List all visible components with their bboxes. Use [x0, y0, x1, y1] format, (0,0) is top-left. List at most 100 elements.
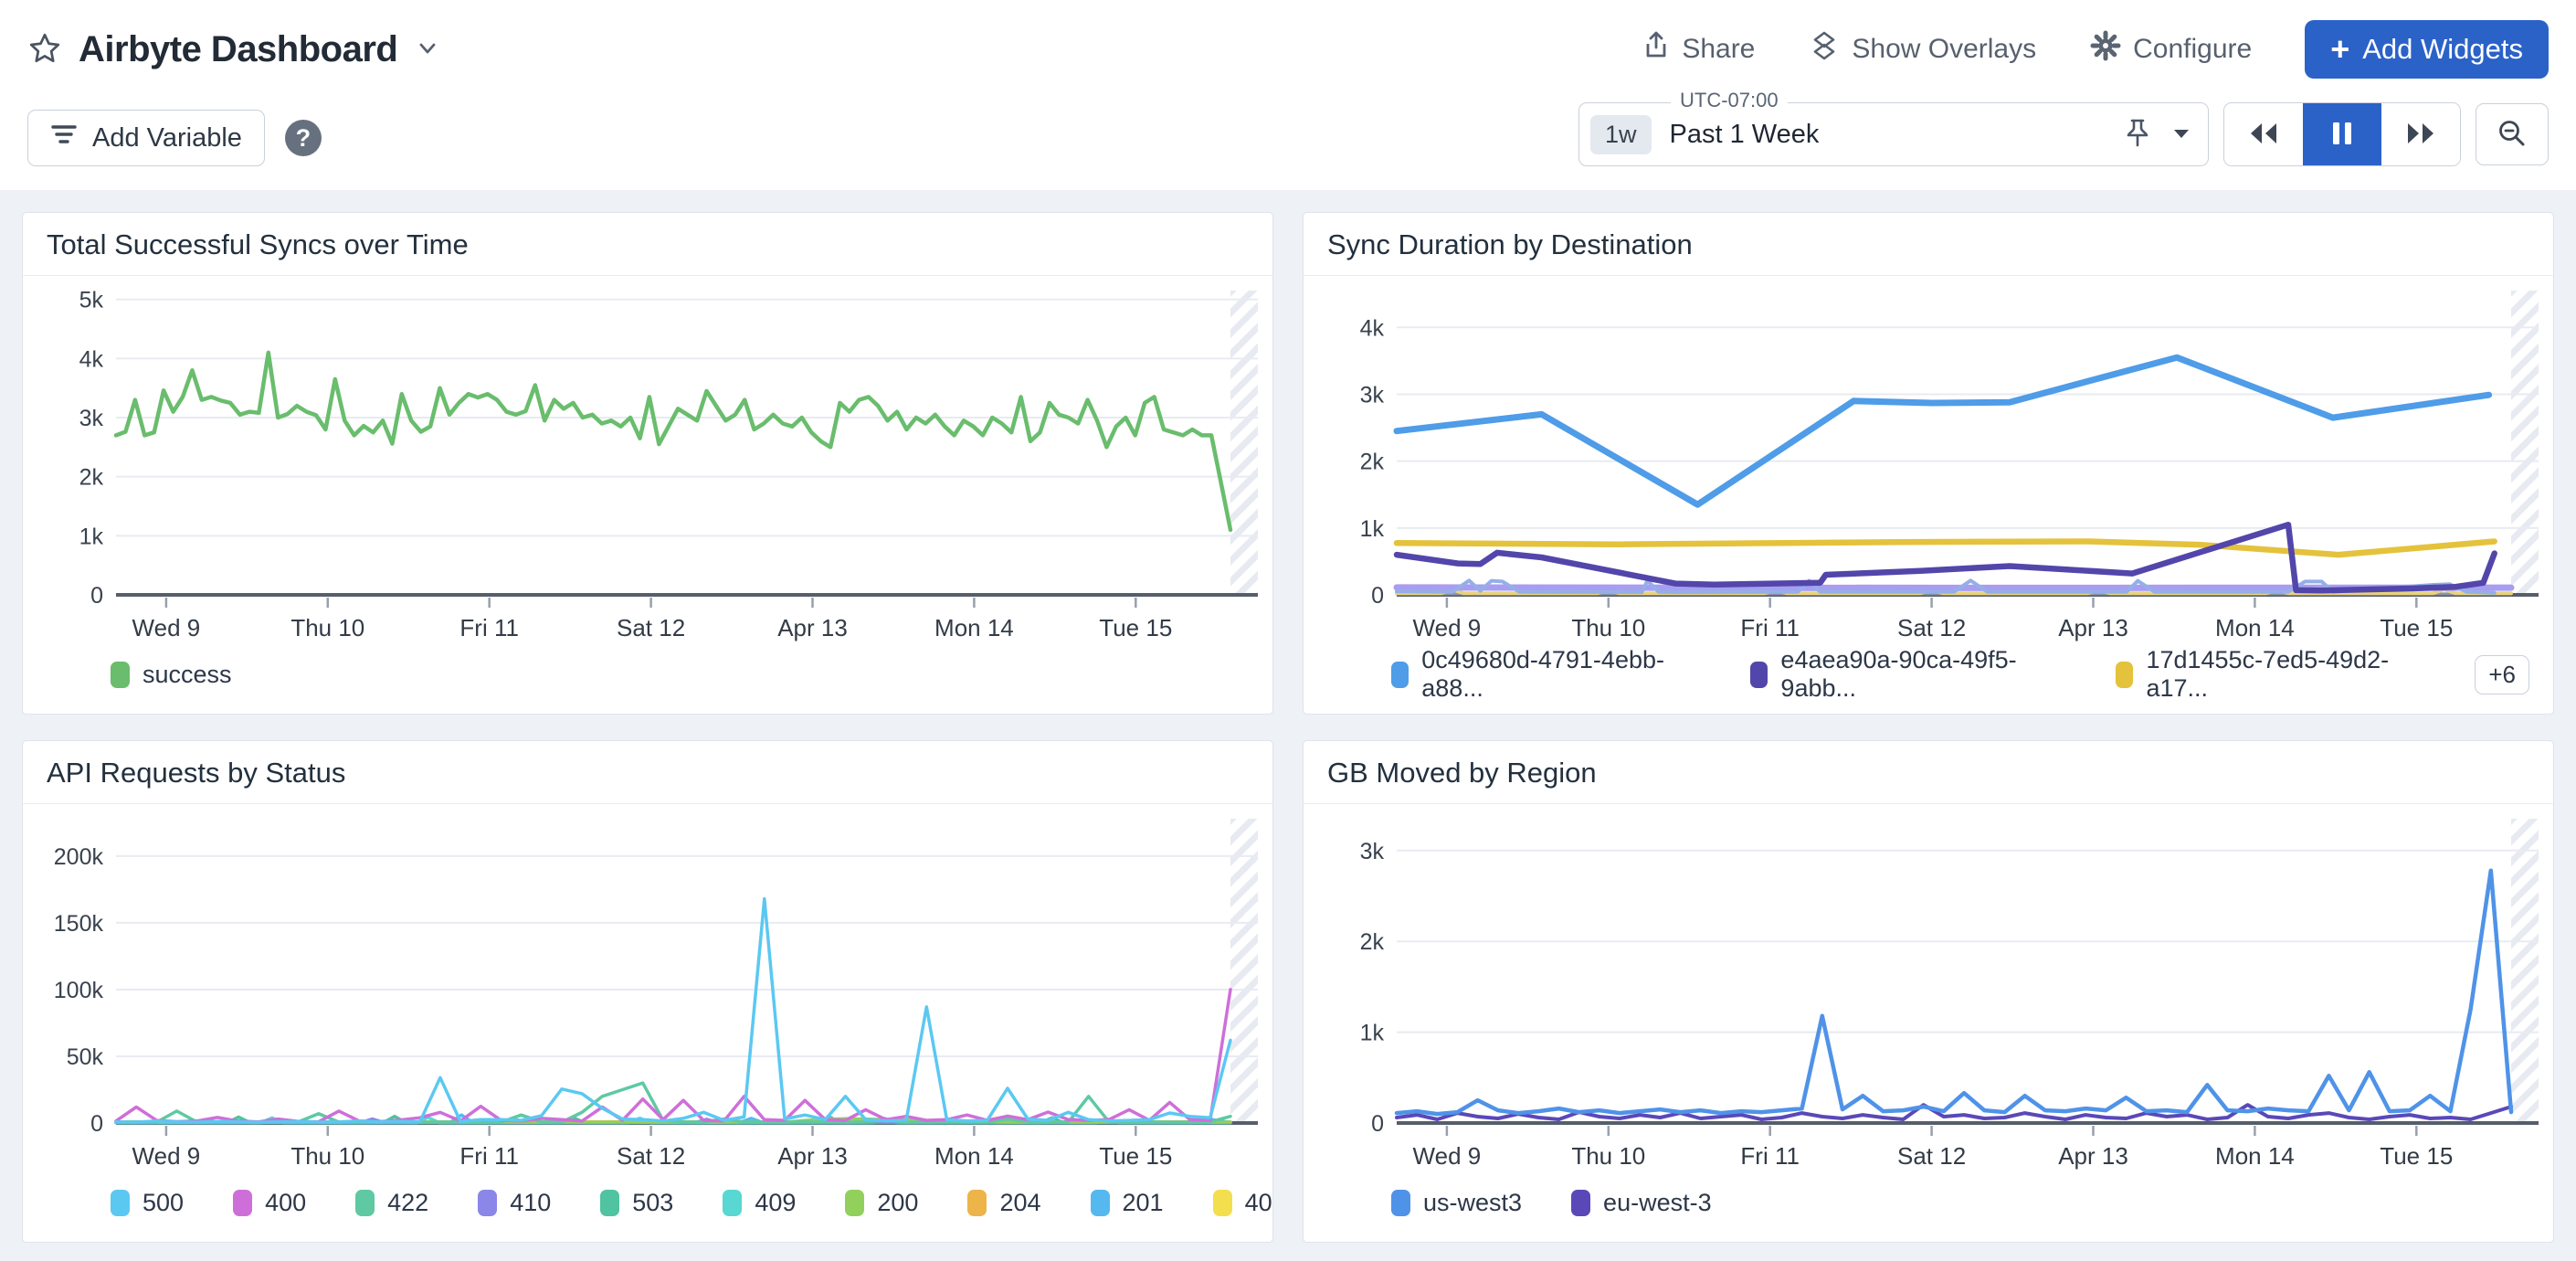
- svg-text:Thu 10: Thu 10: [1571, 614, 1645, 641]
- legend-item[interactable]: 503: [600, 1189, 673, 1217]
- time-controls: UTC-07:00 1w Past 1 Week: [1578, 102, 2549, 166]
- widget-sync-duration: Sync Duration by Destination 01k2k3k4kWe…: [1303, 212, 2554, 715]
- svg-text:0: 0: [90, 583, 103, 609]
- chart-area: 01k2k3k4kWed 9Thu 10Fri 11Sat 12Apr 13Mo…: [1304, 276, 2553, 644]
- legend-item[interactable]: 422: [355, 1189, 428, 1217]
- legend-item[interactable]: us-west3: [1391, 1189, 1522, 1217]
- plus-icon: +: [2330, 33, 2349, 66]
- caret-down-icon: [2171, 126, 2191, 143]
- playback-controls: [2223, 102, 2461, 166]
- svg-text:Mon 14: Mon 14: [2215, 614, 2295, 641]
- zoom-out-button[interactable]: [2476, 103, 2549, 165]
- legend-label: 17d1455c-7ed5-49d2-a17...: [2146, 646, 2425, 703]
- range-shortcut-badge[interactable]: 1w: [1590, 115, 1652, 154]
- dashboard-menu-button[interactable]: [414, 37, 441, 62]
- zoom-out-icon: [2497, 118, 2528, 152]
- svg-text:50k: 50k: [67, 1044, 104, 1070]
- gear-icon: [2089, 29, 2122, 69]
- legend-swatch: [723, 1190, 742, 1216]
- svg-text:Mon 14: Mon 14: [2215, 1142, 2295, 1170]
- configure-label: Configure: [2133, 34, 2252, 65]
- legend-swatch: [2116, 662, 2133, 688]
- svg-text:100k: 100k: [54, 978, 104, 1003]
- svg-text:200k: 200k: [54, 844, 104, 870]
- api-requests-chart[interactable]: 050k100k150k200kWed 9Thu 10Fri 11Sat 12A…: [23, 804, 1272, 1172]
- sync-duration-chart[interactable]: 01k2k3k4kWed 9Thu 10Fri 11Sat 12Apr 13Mo…: [1304, 276, 2553, 644]
- legend-item[interactable]: 0c49680d-4791-4ebb-a88...: [1391, 646, 1701, 703]
- svg-text:Apr 13: Apr 13: [2058, 1142, 2128, 1170]
- favorite-star-button[interactable]: [27, 31, 62, 69]
- add-variable-button[interactable]: Add Variable: [27, 110, 265, 166]
- rewind-icon: [2245, 120, 2282, 150]
- svg-text:1k: 1k: [1360, 516, 1385, 542]
- legend-item[interactable]: e4aea90a-90ca-49f5-9abb...: [1750, 646, 2066, 703]
- svg-text:Fri 11: Fri 11: [459, 1142, 519, 1170]
- variables-toolbar: Add Variable ?: [27, 110, 322, 166]
- legend-swatch: [1750, 662, 1768, 688]
- legend-item[interactable]: 17d1455c-7ed5-49d2-a17...: [2116, 646, 2425, 703]
- svg-text:1k: 1k: [79, 524, 104, 549]
- svg-text:Apr 13: Apr 13: [777, 1142, 848, 1170]
- range-dropdown-button[interactable]: [2171, 126, 2191, 143]
- legend-item[interactable]: 403: [1213, 1189, 1273, 1217]
- chart-area: 050k100k150k200kWed 9Thu 10Fri 11Sat 12A…: [23, 804, 1272, 1172]
- pin-timeframe-button[interactable]: [2124, 118, 2151, 152]
- svg-text:Sat 12: Sat 12: [1897, 1142, 1966, 1170]
- legend-label: 503: [632, 1189, 673, 1217]
- legend-swatch: [478, 1190, 497, 1216]
- legend-swatch: [355, 1190, 375, 1216]
- header: Airbyte Dashboard Share Show Overlays: [0, 0, 2576, 190]
- widget-title: API Requests by Status: [23, 741, 1272, 804]
- legend-item[interactable]: 500: [111, 1189, 184, 1217]
- svg-text:Sat 12: Sat 12: [617, 614, 685, 641]
- backward-button[interactable]: [2224, 103, 2303, 165]
- legend-item[interactable]: 400: [233, 1189, 306, 1217]
- forward-button[interactable]: [2381, 103, 2460, 165]
- pause-icon: [2330, 120, 2354, 150]
- time-range-picker[interactable]: UTC-07:00 1w Past 1 Week: [1578, 102, 2209, 166]
- legend-label: us-west3: [1423, 1189, 1522, 1217]
- legend-swatch: [233, 1190, 252, 1216]
- help-button[interactable]: ?: [285, 120, 322, 156]
- legend-swatch: [1391, 1190, 1410, 1216]
- dashboard-title-group: Airbyte Dashboard: [27, 29, 441, 70]
- legend-item[interactable]: eu-west-3: [1571, 1189, 1712, 1217]
- range-label: Past 1 Week: [1670, 120, 1820, 150]
- share-button[interactable]: Share: [1642, 30, 1755, 69]
- add-widgets-button[interactable]: + Add Widgets: [2305, 20, 2549, 79]
- widget-total-successful-syncs: Total Successful Syncs over Time 01k2k3k…: [22, 212, 1273, 715]
- widget-title: Sync Duration by Destination: [1304, 213, 2553, 276]
- chart-legend: success: [23, 644, 1272, 714]
- svg-text:3k: 3k: [79, 406, 104, 431]
- svg-text:150k: 150k: [54, 911, 104, 937]
- legend-label: 204: [999, 1189, 1040, 1217]
- gb-moved-chart[interactable]: 01k2k3kWed 9Thu 10Fri 11Sat 12Apr 13Mon …: [1304, 804, 2553, 1172]
- legend-item[interactable]: 200: [845, 1189, 918, 1217]
- legend-item[interactable]: 409: [723, 1189, 796, 1217]
- syncs-over-time-chart[interactable]: 01k2k3k4k5kWed 9Thu 10Fri 11Sat 12Apr 13…: [23, 276, 1272, 644]
- legend-item[interactable]: 410: [478, 1189, 551, 1217]
- question-mark-icon: ?: [296, 124, 311, 153]
- legend-label: eu-west-3: [1603, 1189, 1712, 1217]
- widget-api-requests: API Requests by Status 050k100k150k200kW…: [22, 740, 1273, 1243]
- legend-overflow-badge[interactable]: +6: [2475, 655, 2529, 694]
- legend-item[interactable]: 201: [1091, 1189, 1164, 1217]
- chevron-down-icon: [414, 37, 441, 62]
- legend-item[interactable]: success: [111, 661, 232, 689]
- configure-button[interactable]: Configure: [2089, 29, 2252, 69]
- header-row-2: Add Variable ? UTC-07:00 1w Past 1 Week: [27, 102, 2549, 166]
- svg-text:2k: 2k: [1360, 450, 1385, 475]
- time-picker-icons: [2124, 118, 2191, 152]
- legend-item[interactable]: 204: [967, 1189, 1040, 1217]
- chart-legend: us-west3 eu-west-3: [1304, 1172, 2553, 1242]
- svg-text:Apr 13: Apr 13: [777, 614, 848, 641]
- pause-button[interactable]: [2303, 103, 2381, 165]
- show-overlays-button[interactable]: Show Overlays: [1808, 29, 2036, 69]
- svg-text:Mon 14: Mon 14: [934, 1142, 1014, 1170]
- fast-forward-icon: [2402, 120, 2439, 150]
- svg-text:Thu 10: Thu 10: [290, 1142, 364, 1170]
- widget-title: GB Moved by Region: [1304, 741, 2553, 804]
- legend-swatch: [600, 1190, 619, 1216]
- svg-text:Fri 11: Fri 11: [459, 614, 519, 641]
- timezone-label: UTC-07:00: [1671, 89, 1788, 112]
